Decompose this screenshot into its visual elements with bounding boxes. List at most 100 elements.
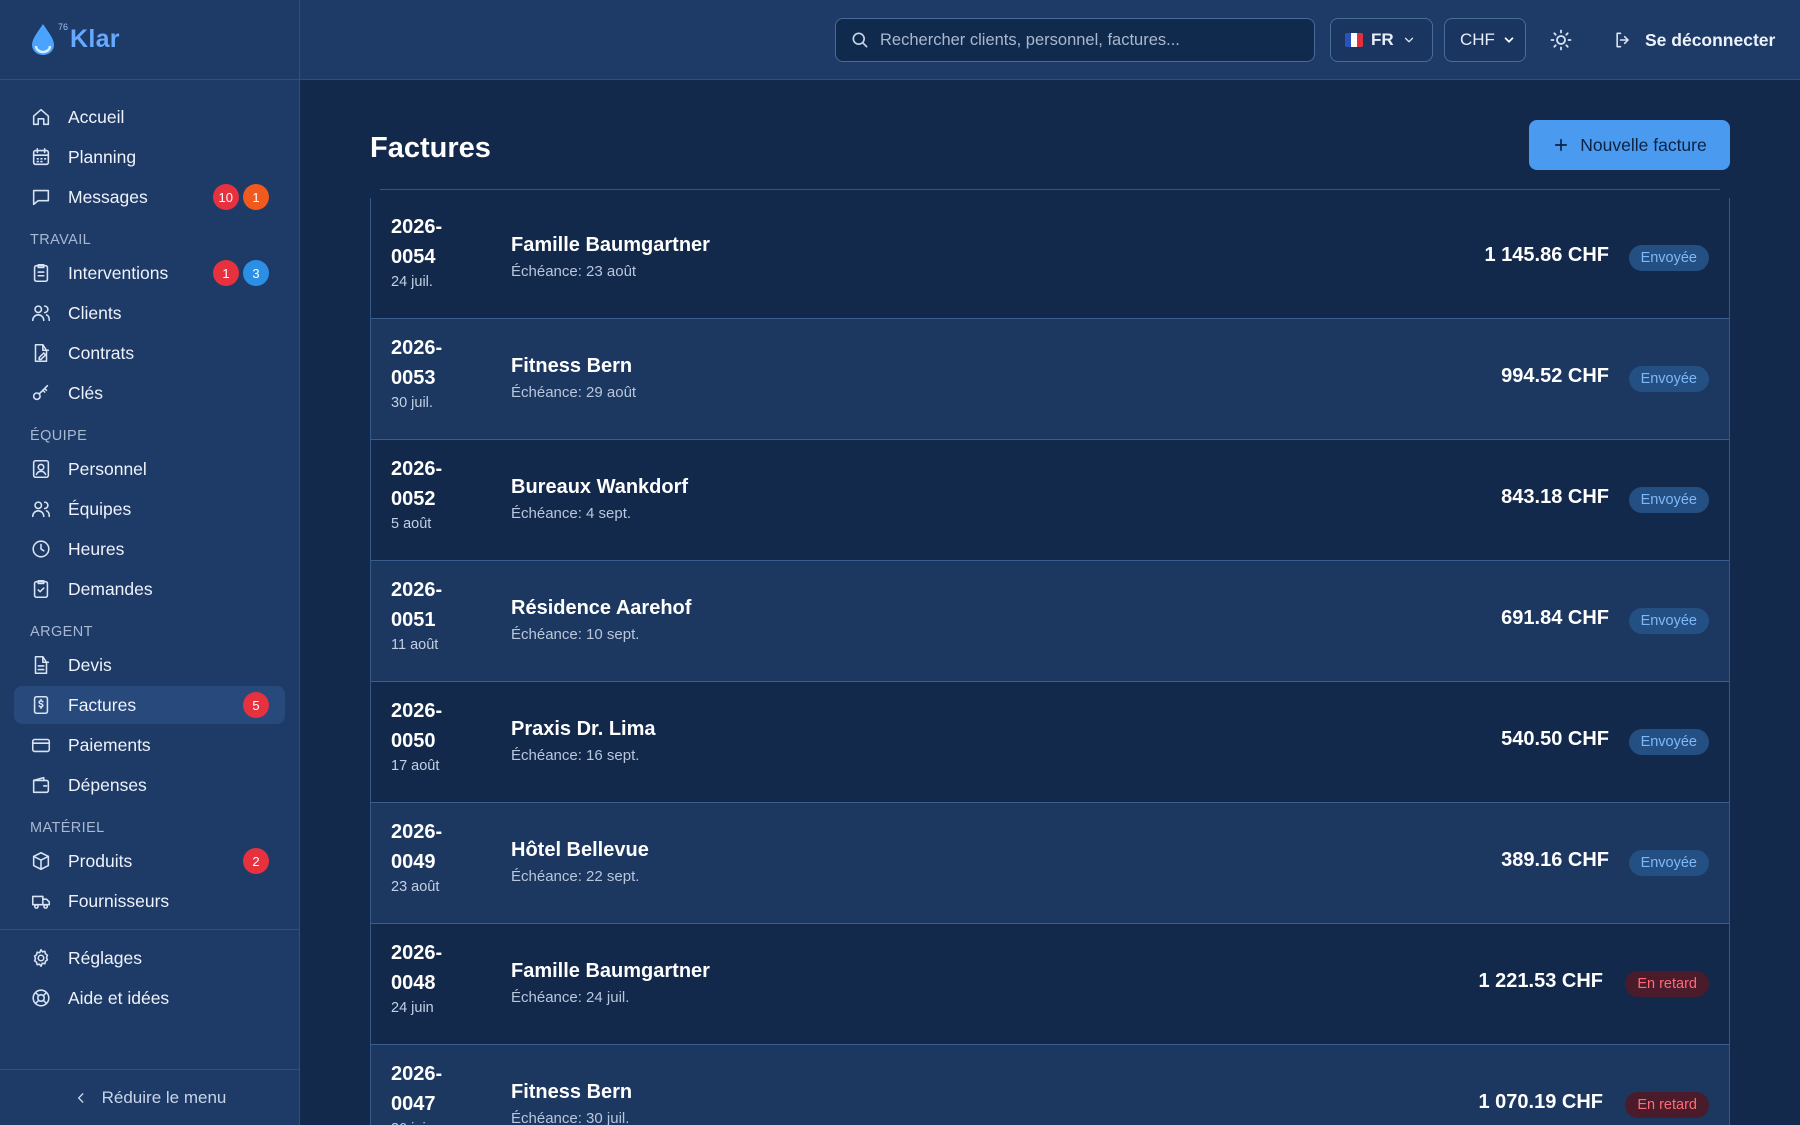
sidebar-item-devis[interactable]: Devis	[14, 646, 285, 684]
invoice-row[interactable]: 2026- 0054 24 juil. Famille Baumgartner Éch…	[371, 198, 1729, 319]
new-invoice-button[interactable]: Nouvelle facture	[1529, 120, 1730, 170]
calendar-icon	[30, 146, 52, 168]
sidebar-item-messages[interactable]: Messages 10 1	[14, 178, 285, 216]
page-title: Factures	[370, 132, 491, 164]
invoice-number: 2026- 0047	[391, 1063, 443, 1115]
search-box[interactable]	[835, 18, 1315, 62]
team-icon	[30, 498, 52, 520]
sidebar-item-label: Aide et idées	[68, 987, 170, 1008]
invoice-number: 2026- 0049	[391, 821, 443, 873]
sidebar-item-produits[interactable]: Produits 2	[14, 842, 285, 880]
sidebar-item-equipes[interactable]: Équipes	[14, 490, 285, 528]
invoice-amount: 1 221.53 CHF	[1478, 970, 1603, 992]
section-label-equipe: ÉQUIPE	[30, 428, 88, 444]
logout-icon	[1613, 30, 1633, 50]
count-badge: 1	[213, 260, 239, 286]
sidebar-item-depenses[interactable]: Dépenses	[14, 766, 285, 804]
file-edit-icon	[30, 342, 52, 364]
invoice-number: 2026- 0051	[391, 579, 443, 631]
count-badge: 1	[243, 184, 269, 210]
invoice-amount: 1 070.19 CHF	[1478, 1091, 1603, 1113]
sidebar-item-clients[interactable]: Clients	[14, 294, 285, 332]
invoice-row[interactable]: 2026- 0051 11 août Résidence Aarehof Échéan…	[371, 561, 1729, 682]
search-input[interactable]	[880, 30, 1300, 50]
section-label-argent: ARGENT	[30, 624, 93, 640]
sidebar-item-personnel[interactable]: Personnel	[14, 450, 285, 488]
sidebar-item-paiements[interactable]: Paiements	[14, 726, 285, 764]
logout-button[interactable]: Se déconnecter	[1613, 24, 1775, 56]
badge-group: 2	[243, 848, 269, 874]
status-badge: Envoyée	[1628, 850, 1709, 876]
status-badge: Envoyée	[1628, 729, 1709, 755]
badge-group: 5	[243, 692, 269, 718]
client-name: Bureaux Wankdorf	[511, 476, 689, 498]
due-date: Échéance: 22 sept.	[511, 868, 640, 885]
home-icon	[30, 106, 52, 128]
sidebar-item-cles[interactable]: Clés	[14, 374, 285, 412]
invoice-client-cell: Résidence Aarehof Échéance: 10 sept.	[511, 597, 691, 643]
wallet-icon	[30, 774, 52, 796]
invoice-row[interactable]: 2026- 0050 17 août Praxis Dr. Lima Échéance…	[371, 682, 1729, 803]
sidebar-item-factures[interactable]: Factures 5	[14, 686, 285, 724]
due-date: Échéance: 23 août	[511, 263, 637, 280]
flag-fr-icon	[1345, 33, 1363, 47]
status-badge: En retard	[1625, 971, 1709, 997]
invoice-amount: 389.16 CHF	[1501, 849, 1609, 871]
sidebar-item-label: Clients	[68, 302, 122, 323]
due-date: Échéance: 4 sept.	[511, 505, 632, 522]
new-invoice-label: Nouvelle facture	[1580, 134, 1707, 155]
sidebar-item-label: Dépenses	[68, 774, 147, 795]
language-select[interactable]: FR	[1330, 18, 1433, 62]
client-name: Fitness Bern	[511, 355, 633, 377]
sidebar-item-accueil[interactable]: Accueil	[14, 98, 285, 136]
sidebar-item-label: Heures	[68, 538, 125, 559]
key-icon	[30, 382, 52, 404]
sidebar-item-contrats[interactable]: Contrats	[14, 334, 285, 372]
topbar: FR CHF Se déconnecter	[300, 0, 1800, 80]
status-badge: Envoyée	[1628, 366, 1709, 392]
invoice-amount: 691.84 CHF	[1501, 607, 1609, 629]
invoice-number-cell: 2026- 0049 23 août	[391, 817, 491, 895]
sidebar-item-aide-et-idees[interactable]: Aide et idées	[14, 979, 285, 1017]
sidebar-item-interventions[interactable]: Interventions 1 3	[14, 254, 285, 292]
invoice-date: 5 août	[391, 516, 432, 532]
client-name: Famille Baumgartner	[511, 234, 710, 256]
sidebar-item-heures[interactable]: Heures	[14, 530, 285, 568]
invoice-number-cell: 2026- 0054 24 juil.	[391, 212, 491, 290]
invoice-client-cell: Famille Baumgartner Échéance: 24 juil.	[511, 960, 710, 1006]
collapse-menu-button[interactable]: Réduire le menu	[0, 1069, 300, 1125]
sidebar-item-label: Contrats	[68, 342, 135, 363]
invoice-date: 23 août	[391, 879, 440, 895]
invoice-number: 2026- 0050	[391, 700, 443, 752]
document-icon	[30, 654, 52, 676]
sidebar-item-demandes[interactable]: Demandes	[14, 570, 285, 608]
invoice-row[interactable]: 2026- 0047 30 juin Fitness Bern Échéance: 3…	[371, 1045, 1729, 1125]
invoice-number: 2026- 0052	[391, 458, 443, 510]
invoice-row[interactable]: 2026- 0049 23 août Hôtel Bellevue Échéance:…	[371, 803, 1729, 924]
invoice-list: 2026- 0054 24 juil. Famille Baumgartner Éch…	[370, 198, 1730, 1125]
invoice-row[interactable]: 2026- 0052 5 août Bureaux Wankdorf Échéance…	[371, 440, 1729, 561]
invoice-client-cell: Fitness Bern Échéance: 29 août	[511, 355, 636, 401]
client-name: Résidence Aarehof	[511, 597, 692, 619]
sidebar-item-reglages[interactable]: Réglages	[14, 939, 285, 977]
status-badge: Envoyée	[1628, 608, 1709, 634]
due-date: Échéance: 16 sept.	[511, 747, 640, 764]
count-badge: 3	[243, 260, 269, 286]
language-value: FR	[1371, 30, 1394, 49]
invoice-client-cell: Hôtel Bellevue Échéance: 22 sept.	[511, 839, 649, 885]
sidebar-item-label: Factures	[68, 694, 137, 715]
brand[interactable]: 76 Klar	[0, 0, 299, 80]
invoice-row[interactable]: 2026- 0053 30 juil. Fitness Bern Échéance: …	[371, 319, 1729, 440]
sun-icon[interactable]	[1549, 28, 1573, 52]
invoice-amount: 994.52 CHF	[1501, 365, 1609, 387]
search-icon	[850, 30, 870, 50]
invoice-row[interactable]: 2026- 0048 24 juin Famille Baumgartner Éché…	[371, 924, 1729, 1045]
invoice-number-cell: 2026- 0053 30 juil.	[391, 333, 491, 411]
id-badge-icon	[30, 458, 52, 480]
sidebar-item-fournisseurs[interactable]: Fournisseurs	[14, 882, 285, 920]
sidebar-item-label: Personnel	[68, 458, 147, 479]
status-badge: Envoyée	[1628, 487, 1709, 513]
badge-group: 13	[213, 260, 269, 286]
sidebar-item-planning[interactable]: Planning	[14, 138, 285, 176]
currency-select[interactable]: CHF	[1444, 18, 1526, 62]
